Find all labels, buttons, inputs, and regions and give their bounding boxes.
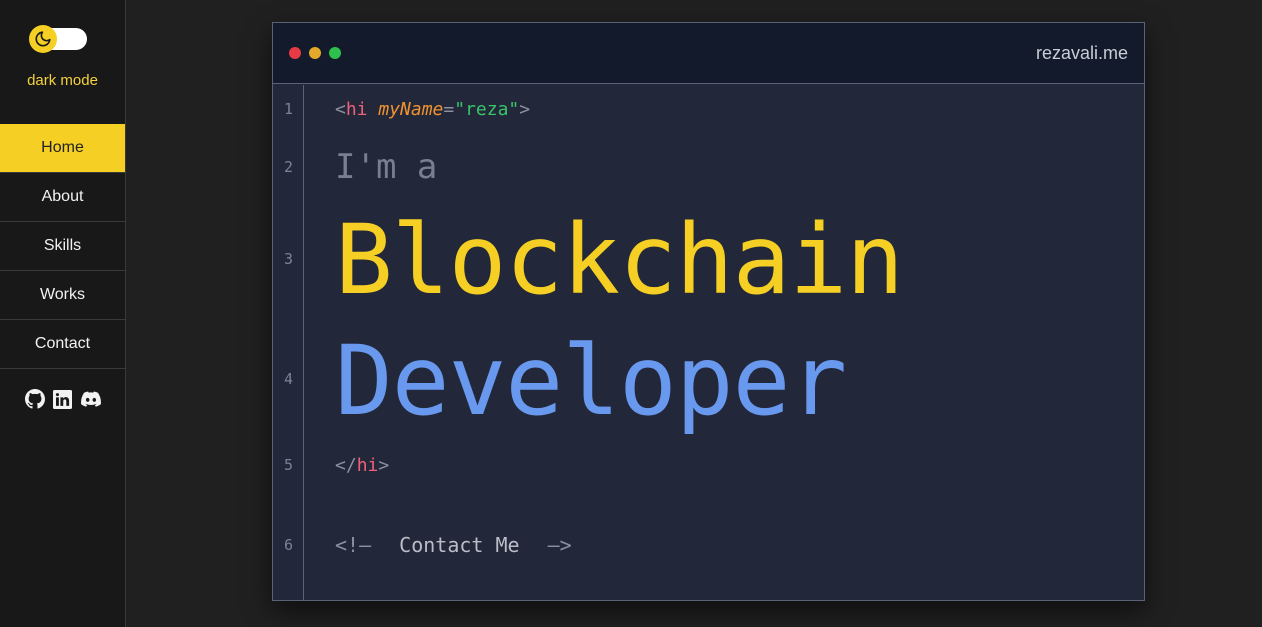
line-number: 1 xyxy=(283,100,294,118)
tag-name: hi xyxy=(356,455,379,476)
nav-item-skills[interactable]: Skills xyxy=(0,222,125,271)
window-titlebar: rezavali.me xyxy=(273,23,1144,84)
tag-open-bracket: < xyxy=(335,99,346,120)
nav-item-contact[interactable]: Contact xyxy=(0,320,125,369)
social-links xyxy=(0,389,125,409)
line-number: 6 xyxy=(283,536,294,554)
github-icon[interactable] xyxy=(24,389,45,409)
discord-icon[interactable] xyxy=(80,389,101,409)
code-line-open-tag: <hi myName="reza"> xyxy=(335,99,530,120)
close-dot[interactable] xyxy=(289,47,301,59)
contact-me-link[interactable]: <!— Contact Me —> xyxy=(335,533,572,557)
tag-close-bracket: > xyxy=(378,455,390,476)
line-number: 2 xyxy=(283,158,294,176)
code-line-close-tag: </hi> xyxy=(335,455,389,476)
main-nav: Home About Skills Works Contact xyxy=(0,124,125,369)
nav-item-works[interactable]: Works xyxy=(0,271,125,320)
line-number: 5 xyxy=(283,456,294,474)
minimize-dot[interactable] xyxy=(309,47,321,59)
attribute-name: myName xyxy=(378,99,444,120)
nav-item-about[interactable]: About xyxy=(0,173,125,222)
tag-open-bracket: </ xyxy=(335,455,357,476)
dark-mode-label: dark mode xyxy=(27,72,98,89)
headline-developer: Developer xyxy=(335,325,847,437)
site-title: rezavali.me xyxy=(1035,43,1128,63)
headline-blockchain: Blockchain xyxy=(335,204,904,316)
dark-mode-toggle[interactable] xyxy=(29,25,87,53)
comment-close: —> xyxy=(547,533,572,557)
code-window: rezavali.me 1 2 3 4 5 6 <hi myName="reza… xyxy=(272,22,1145,601)
attribute-value: "reza" xyxy=(454,99,520,120)
line-number: 3 xyxy=(283,250,294,268)
nav-item-home[interactable]: Home xyxy=(0,124,125,173)
attribute-equals: = xyxy=(443,99,455,120)
tag-close-bracket: > xyxy=(519,99,531,120)
tag-name: hi xyxy=(345,99,368,120)
contact-me-label[interactable]: Contact Me xyxy=(399,533,519,557)
maximize-dot[interactable] xyxy=(329,47,341,59)
sidebar: dark mode Home About Skills Works Contac… xyxy=(0,0,126,627)
moon-icon xyxy=(29,25,57,53)
linkedin-icon[interactable] xyxy=(53,389,73,409)
line-number: 4 xyxy=(283,370,294,388)
intro-text: I'm a xyxy=(335,147,438,187)
comment-open: <!— xyxy=(335,533,372,557)
